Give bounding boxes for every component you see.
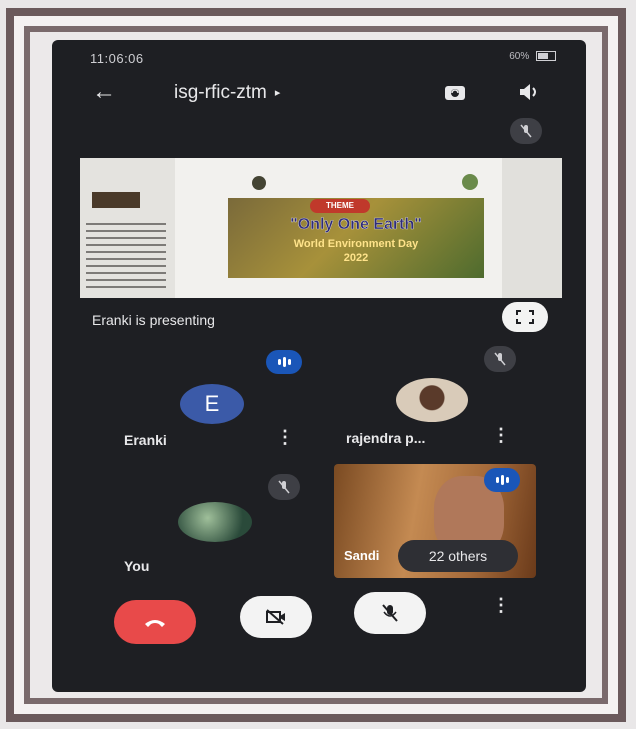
meeting-code[interactable]: isg-rfic-ztm ▸ [174, 82, 280, 104]
logo-mark [252, 176, 266, 190]
slide-panel-right [502, 158, 562, 298]
slide-outline [86, 218, 166, 288]
speaker-icon[interactable] [516, 82, 542, 102]
more-options-icon[interactable]: ⋮ [492, 426, 510, 444]
fullscreen-icon [516, 310, 534, 324]
participant-name-sandi: Sandi [344, 548, 380, 563]
back-arrow-icon[interactable]: ← [92, 80, 116, 104]
presenting-label: Eranki is presenting [92, 312, 215, 328]
battery-icon [536, 51, 556, 62]
shared-screen[interactable]: THEME "Only One Earth" World Environment… [80, 158, 562, 298]
mic-muted-icon [484, 346, 516, 372]
slide-subtitle: World Environment Day [293, 238, 419, 250]
avatar-you [178, 502, 252, 542]
avatar-rajendra [396, 378, 468, 422]
presenter-mic-muted-icon [510, 118, 542, 144]
slide-content: THEME "Only One Earth" World Environment… [228, 198, 484, 278]
status-time: 11:06:06 [90, 51, 144, 66]
mic-off-icon [382, 604, 398, 622]
speaking-indicator-icon [484, 468, 520, 492]
slide-thumbnail [92, 192, 140, 208]
more-options-icon[interactable]: ⋮ [276, 428, 294, 446]
participant-name-rajendra: rajendra p... [346, 430, 426, 446]
participant-name-eranki: Eranki [124, 432, 167, 448]
fullscreen-button[interactable] [502, 302, 548, 332]
top-bar: ← isg-rfic-ztm ▸ [52, 74, 586, 110]
slide-title: "Only One Earth" [290, 216, 422, 233]
status-icons: 60% [509, 51, 556, 62]
meeting-code-text: isg-rfic-ztm [174, 82, 267, 103]
camera-toggle-button[interactable] [240, 596, 312, 638]
battery-percent: 60% [509, 51, 530, 62]
caret-right-icon: ▸ [274, 87, 281, 100]
hang-up-icon [145, 620, 165, 627]
others-count-button[interactable]: 22 others [398, 540, 518, 572]
end-call-button[interactable] [114, 600, 196, 644]
avatar-eranki: E [180, 384, 244, 424]
slide-theme-badge: THEME [310, 199, 370, 213]
camera-off-icon [266, 609, 285, 625]
participant-name-you: You [124, 558, 150, 574]
meet-screen: 11:06:06 60% ← isg-rfic-ztm ▸ THEME "Onl… [52, 40, 586, 692]
slide-sidebar [80, 158, 175, 298]
mic-toggle-button[interactable] [354, 592, 426, 634]
status-bar: 11:06:06 60% [52, 40, 586, 70]
switch-camera-icon[interactable] [442, 82, 468, 102]
mic-muted-icon [268, 474, 300, 500]
more-options-icon[interactable]: ⋮ [492, 596, 510, 614]
slide-year: 2022 [343, 252, 369, 264]
emblem-mark [462, 174, 478, 190]
speaking-indicator-icon [266, 350, 302, 374]
